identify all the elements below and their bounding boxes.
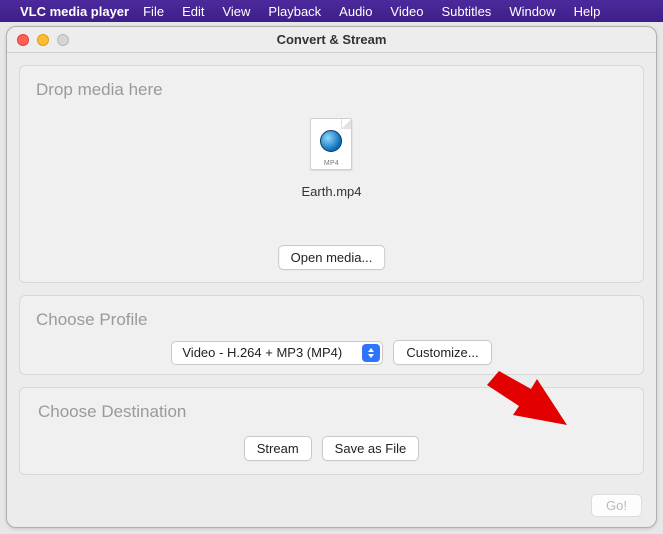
close-icon[interactable] xyxy=(17,34,29,46)
choose-destination-label: Choose Destination xyxy=(36,402,627,422)
window-controls xyxy=(17,34,69,46)
stream-button[interactable]: Stream xyxy=(244,436,312,461)
file-icon: MP4 xyxy=(310,118,352,170)
zoom-icon xyxy=(57,34,69,46)
convert-stream-window: Convert & Stream Drop media here MP4 Ear… xyxy=(6,26,657,528)
file-extension-badge: MP4 xyxy=(324,160,339,167)
window-title: Convert & Stream xyxy=(277,32,387,47)
menubar: VLC media player File Edit View Playback… xyxy=(0,0,663,22)
menu-edit[interactable]: Edit xyxy=(182,4,204,19)
go-button: Go! xyxy=(591,494,642,517)
chevron-updown-icon xyxy=(362,344,380,362)
titlebar: Convert & Stream xyxy=(7,27,656,53)
menu-view[interactable]: View xyxy=(222,4,250,19)
menu-window[interactable]: Window xyxy=(509,4,555,19)
menu-file[interactable]: File xyxy=(143,4,164,19)
customize-button[interactable]: Customize... xyxy=(393,340,491,365)
drop-media-label: Drop media here xyxy=(36,80,627,100)
page-fold-icon xyxy=(341,119,351,129)
media-file-name: Earth.mp4 xyxy=(302,184,362,199)
save-as-file-button[interactable]: Save as File xyxy=(322,436,420,461)
media-item[interactable]: MP4 Earth.mp4 xyxy=(302,118,362,199)
window-body: Drop media here MP4 Earth.mp4 Open media… xyxy=(7,53,656,527)
app-menu[interactable]: VLC media player xyxy=(20,4,129,19)
choose-destination-panel: Choose Destination Stream Save as File xyxy=(19,387,644,475)
menu-video[interactable]: Video xyxy=(390,4,423,19)
open-media-button[interactable]: Open media... xyxy=(278,245,386,270)
choose-profile-panel: Choose Profile Video - H.264 + MP3 (MP4)… xyxy=(19,295,644,375)
menu-help[interactable]: Help xyxy=(574,4,601,19)
quicktime-icon xyxy=(320,130,342,152)
menu-audio[interactable]: Audio xyxy=(339,4,372,19)
minimize-icon[interactable] xyxy=(37,34,49,46)
profile-select-value: Video - H.264 + MP3 (MP4) xyxy=(182,345,342,360)
menu-playback[interactable]: Playback xyxy=(268,4,321,19)
menu-subtitles[interactable]: Subtitles xyxy=(441,4,491,19)
profile-select[interactable]: Video - H.264 + MP3 (MP4) xyxy=(171,341,383,365)
choose-profile-label: Choose Profile xyxy=(36,310,627,330)
drop-media-panel[interactable]: Drop media here MP4 Earth.mp4 Open media… xyxy=(19,65,644,283)
